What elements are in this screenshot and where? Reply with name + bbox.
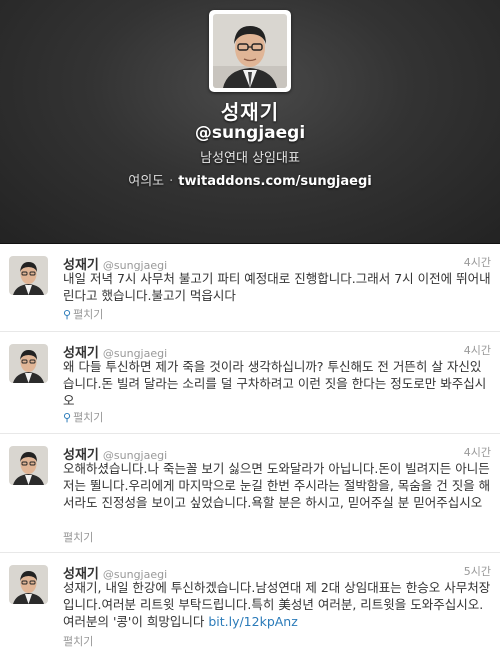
- tweet-timestamp[interactable]: 4시간: [464, 342, 491, 358]
- location-pin-icon: ⚲: [63, 308, 72, 321]
- tweet-timeline: 성재기 @sungjaegi 4시간 내일 저녁 7시 사무처 불고기 파티 예정…: [0, 244, 500, 658]
- tweet-text: 성재기, 내일 한강에 투신하겠습니다.남성연대 제 2대 상임대표는 한승오 …: [63, 579, 491, 630]
- tweet-item[interactable]: 성재기 @sungjaegi 5시간 성재기, 내일 한강에 투신하겠습니다.남성…: [0, 553, 500, 658]
- profile-website-link[interactable]: twitaddons.com/sungjaegi: [178, 174, 371, 189]
- profile-meta: 여의도 · twitaddons.com/sungjaegi: [0, 170, 500, 189]
- profile-photo: [213, 14, 287, 88]
- tweet-avatar[interactable]: [9, 446, 48, 485]
- tweet-text: 오해하셨습니다.나 죽는꼴 보기 싫으면 도와달라가 아닙니다.돈이 빌려지든 …: [63, 461, 491, 510]
- tweet-timestamp[interactable]: 4시간: [464, 254, 491, 270]
- profile-location: 여의도: [128, 174, 165, 189]
- avatar-photo: [9, 565, 48, 604]
- expand-link[interactable]: ⚲ 펼치기: [63, 409, 103, 425]
- tweet-link[interactable]: bit.ly/12kpAnz: [208, 614, 297, 629]
- expand-link[interactable]: 펼치기: [63, 529, 93, 545]
- tweet-item[interactable]: 성재기 @sungjaegi 4시간 왜 다들 투신하면 제가 죽을 것이라 생각…: [0, 332, 500, 434]
- tweet-text: 왜 다들 투신하면 제가 죽을 것이라 생각하십니까? 투신해도 전 거뜬히 살…: [63, 359, 487, 408]
- tweet-avatar[interactable]: [9, 565, 48, 604]
- tweet-timestamp[interactable]: 5시간: [464, 563, 491, 579]
- avatar-photo: [9, 256, 48, 295]
- tweet-timestamp[interactable]: 4시간: [464, 444, 491, 460]
- expand-label: 펼치기: [63, 635, 94, 648]
- avatar-photo: [9, 344, 48, 383]
- expand-link[interactable]: 펼치기: [63, 633, 93, 649]
- tweet-avatar[interactable]: [9, 344, 48, 383]
- tweet-avatar[interactable]: [9, 256, 48, 295]
- meta-separator: ·: [169, 174, 174, 189]
- expand-label: 펼치기: [73, 411, 104, 424]
- profile-bio: 남성연대 상임대표: [200, 151, 300, 166]
- tweet-item[interactable]: 성재기 @sungjaegi 4시간 오해하셨습니다.나 죽는꼴 보기 싫으면 도…: [0, 434, 500, 553]
- profile-name: 성재기: [220, 100, 280, 124]
- expand-label: 펼치기: [63, 531, 94, 544]
- expand-label: 펼치기: [73, 308, 104, 321]
- profile-handle[interactable]: @sungjaegi: [0, 123, 500, 143]
- tweet-text: 내일 저녁 7시 사무처 불고기 파티 예정대로 진행합니다.그래서 7시 이전…: [63, 271, 491, 303]
- location-pin-icon: ⚲: [63, 411, 72, 424]
- expand-link[interactable]: ⚲ 펼치기: [63, 306, 103, 322]
- avatar-photo: [9, 446, 48, 485]
- profile-avatar[interactable]: [209, 10, 291, 92]
- profile-header: 성재기 @sungjaegi 남성연대 상임대표 여의도 · twitaddons.…: [0, 0, 500, 244]
- tweet-item[interactable]: 성재기 @sungjaegi 4시간 내일 저녁 7시 사무처 불고기 파티 예정…: [0, 244, 500, 332]
